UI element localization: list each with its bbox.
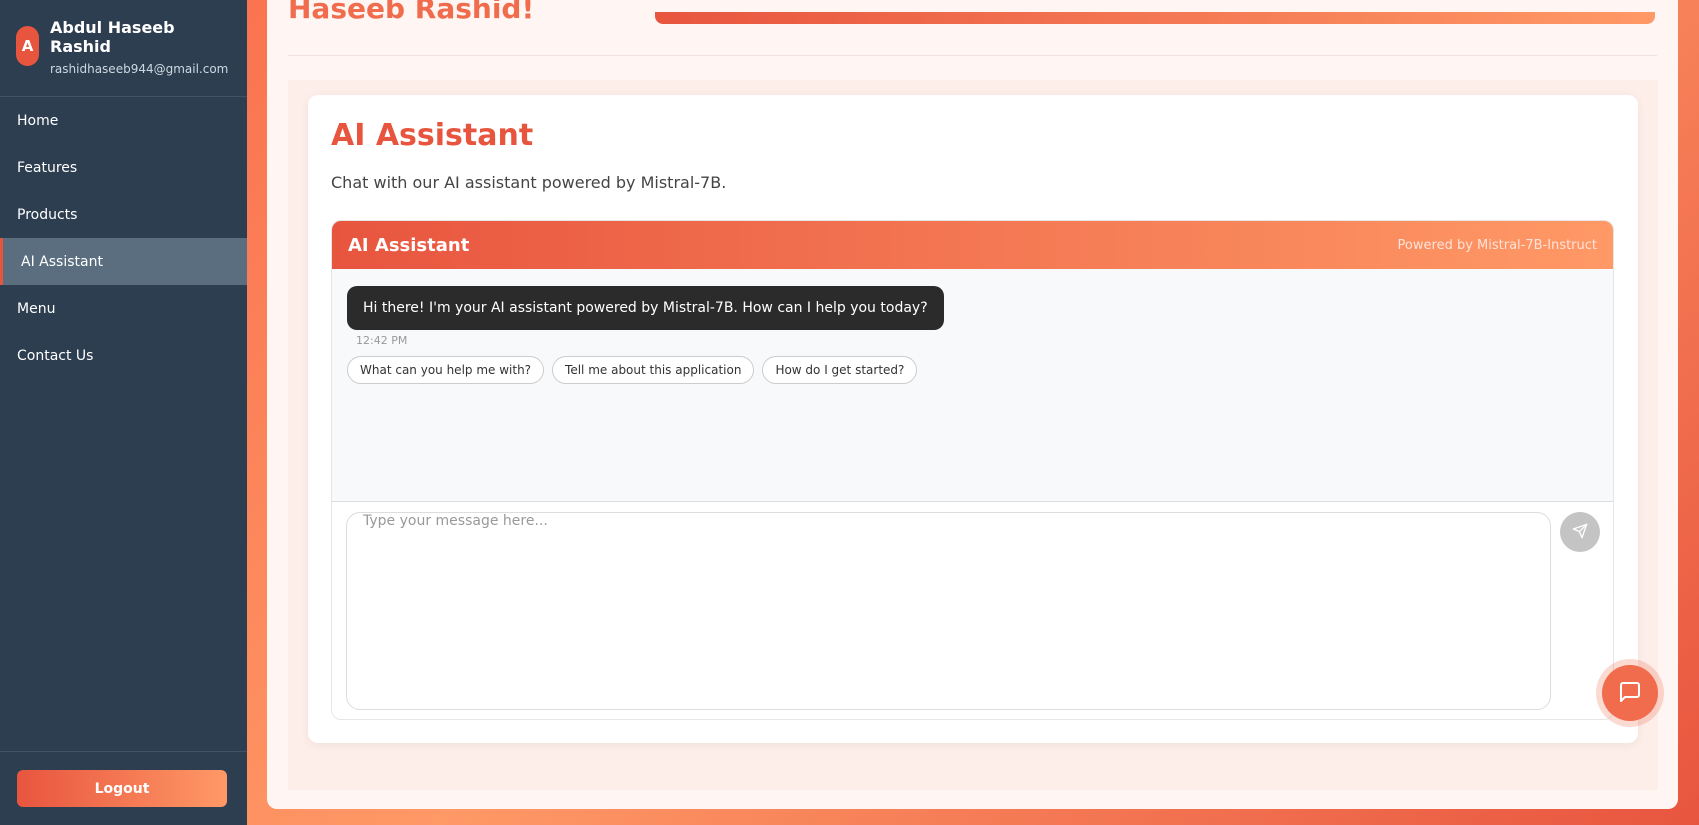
chat-title: AI Assistant <box>348 234 470 256</box>
page-title: AI Assistant <box>331 118 534 153</box>
chat-fab-button[interactable] <box>1602 665 1658 721</box>
sidebar: A Abdul Haseeb Rashid rashidhaseeb944@gm… <box>0 0 247 825</box>
sidebar-item-home[interactable]: Home <box>0 97 247 144</box>
sidebar-nav: Home Features Products AI Assistant Menu… <box>0 97 247 379</box>
user-email: rashidhaseeb944@gmail.com <box>50 62 229 76</box>
welcome-greeting: Haseeb Rashid! <box>288 0 535 25</box>
sidebar-item-features[interactable]: Features <box>0 144 247 191</box>
suggestion-chip[interactable]: What can you help me with? <box>347 356 545 384</box>
send-button[interactable] <box>1560 512 1600 552</box>
header-accent-bar <box>655 12 1655 24</box>
assistant-message: Hi there! I'm your AI assistant powered … <box>347 286 944 330</box>
chat-window: AI Assistant Powered by Mistral-7B-Instr… <box>331 220 1614 720</box>
chat-bubble-icon <box>1618 680 1642 707</box>
send-icon <box>1572 523 1588 542</box>
logout-button[interactable]: Logout <box>17 770 227 807</box>
suggestion-chips: What can you help me with? Tell me about… <box>347 356 918 384</box>
ai-assistant-card: AI Assistant Chat with our AI assistant … <box>308 95 1638 743</box>
sidebar-item-ai-assistant[interactable]: AI Assistant <box>0 238 247 285</box>
sidebar-item-contact-us[interactable]: Contact Us <box>0 332 247 379</box>
message-input[interactable] <box>346 512 1551 710</box>
message-timestamp: 12:42 PM <box>356 334 408 347</box>
logout-section: Logout <box>0 751 247 825</box>
chat-header: AI Assistant Powered by Mistral-7B-Instr… <box>332 221 1613 269</box>
sidebar-item-menu[interactable]: Menu <box>0 285 247 332</box>
sidebar-item-products[interactable]: Products <box>0 191 247 238</box>
user-profile: A Abdul Haseeb Rashid rashidhaseeb944@gm… <box>0 0 247 97</box>
header-divider <box>288 55 1657 56</box>
avatar: A <box>16 26 39 66</box>
chat-messages[interactable]: Hi there! I'm your AI assistant powered … <box>332 269 1613 501</box>
suggestion-chip[interactable]: How do I get started? <box>762 356 918 384</box>
chat-powered-by: Powered by Mistral-7B-Instruct <box>1397 237 1597 253</box>
page-subtitle: Chat with our AI assistant powered by Mi… <box>331 173 727 192</box>
user-name: Abdul Haseeb Rashid <box>50 18 175 56</box>
main-content: Haseeb Rashid! AI Assistant Chat with ou… <box>267 0 1678 809</box>
chat-input-area <box>332 501 1613 719</box>
suggestion-chip[interactable]: Tell me about this application <box>552 356 755 384</box>
